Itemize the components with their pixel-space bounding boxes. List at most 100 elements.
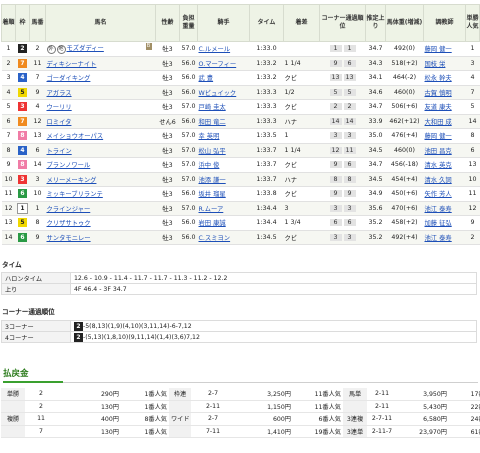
horse-weight: 506(+6) bbox=[385, 99, 424, 115]
finish-rank: 7 bbox=[1, 128, 16, 144]
frame-number-box: 6 bbox=[18, 232, 27, 242]
table-row: 5 3 4 ウーリリ 牡3 57.0 戸崎 圭太 1:33.3 クビ 2 2 34.7 506(+6) 友… bbox=[1, 99, 480, 115]
trainer-link[interactable]: 藤岡 健一 bbox=[423, 41, 466, 57]
popularity: 7 bbox=[465, 85, 480, 100]
frame-cell: 7 bbox=[15, 56, 30, 71]
column-header: コーナー通過順位 bbox=[319, 4, 366, 42]
payout-popularity: 8番人気 bbox=[121, 412, 169, 426]
horse-name-cell: ゴーダイキング bbox=[45, 70, 156, 86]
trainer-link[interactable]: 古賀 慎明 bbox=[423, 85, 466, 100]
corner-row: 4コーナー 2 -(5,13)(1,8,10)(9,11,14)(1,4)(3,6)… bbox=[1, 331, 477, 343]
payout-amount: 130円 bbox=[57, 400, 121, 413]
payout-amount: 3,250円 bbox=[235, 388, 293, 401]
sex-age: 牡3 bbox=[155, 230, 180, 245]
payout-amount: 290円 bbox=[57, 388, 121, 401]
jockey-link[interactable]: 岩田 康誠 bbox=[197, 215, 250, 231]
horse-name-link[interactable]: ゴーダイキング bbox=[47, 75, 91, 82]
sex-age: 牡3 bbox=[155, 172, 180, 187]
time-table: ハロンタイム 12.6 - 10.9 - 11.4 - 11.7 - 11.7 -… bbox=[1, 272, 477, 295]
corner-table: 3コーナー 2 -5(8,13)(1,9)(4,10)(3,11,14)-6-7,1… bbox=[1, 320, 477, 343]
column-header: 枠 bbox=[15, 4, 30, 42]
frame-number-box: 4 bbox=[18, 145, 27, 155]
jockey-link[interactable]: 坂井 瑠星 bbox=[197, 186, 250, 202]
frame-cell: 3 bbox=[15, 99, 30, 115]
jockey-link[interactable]: 松山 弘平 bbox=[197, 143, 250, 158]
column-header: 負担重量 bbox=[179, 4, 198, 42]
popularity: 11 bbox=[465, 186, 480, 202]
trainer-link[interactable]: 松永 幹夫 bbox=[423, 70, 466, 86]
jockey-link[interactable]: C.スミヨン bbox=[197, 230, 250, 245]
horse-name-link[interactable]: トライン bbox=[47, 148, 72, 155]
table-row: 10 3 3 メリーメーキング 牡3 57.0 池添 謙一 1:33.7 ハナ 8 8 34.5 454… bbox=[1, 172, 480, 187]
payout-row: 単勝 2 290円 1番人気 枠連 2-7 3,250円 11番人気 馬単 2-11 3,950円 1… bbox=[1, 388, 480, 401]
corner-position: 6 bbox=[329, 219, 342, 227]
race-time: 1:33.0 bbox=[249, 41, 284, 57]
sex-age: 牡3 bbox=[155, 99, 180, 115]
horse-name-link[interactable]: ディキシーナイト bbox=[47, 61, 97, 68]
trainer-link[interactable]: 大和田 成 bbox=[423, 114, 466, 129]
carried-weight: 57.0 bbox=[179, 143, 198, 158]
column-header: 性齢 bbox=[155, 4, 180, 42]
corner-position: 1 bbox=[343, 45, 356, 53]
bet-horses: 2-11 bbox=[367, 400, 397, 413]
trainer-link[interactable]: 池田 昌克 bbox=[423, 143, 466, 158]
corner-label: 3コーナー bbox=[1, 320, 71, 332]
horse-name-link[interactable]: ウーリリ bbox=[47, 104, 72, 111]
bet-horses: 2-11 bbox=[367, 388, 397, 401]
horse-name-cell: ディキシーナイト bbox=[45, 56, 156, 71]
trainer-link[interactable]: 国枝 栄 bbox=[423, 56, 466, 71]
corner-position: 3 bbox=[329, 204, 342, 212]
horse-name-link[interactable]: モズダディー bbox=[67, 45, 104, 52]
trainer-link[interactable]: 清水 英克 bbox=[423, 157, 466, 173]
horse-name-link[interactable]: メリーメーキング bbox=[47, 177, 97, 184]
horse-name-link[interactable]: クラインジャー bbox=[47, 206, 91, 213]
corner-position: 6 bbox=[343, 219, 356, 227]
trainer-link[interactable]: 友道 康夫 bbox=[423, 99, 466, 115]
payout-table: 単勝 2 290円 1番人気 枠連 2-7 3,250円 11番人気 馬単 2-11 3,950円 1… bbox=[1, 388, 480, 438]
corner-positions: 12 11 bbox=[319, 143, 366, 158]
corner-position: 14 bbox=[329, 117, 342, 125]
sex-age: 牡3 bbox=[155, 143, 180, 158]
horse-name-link[interactable]: ミッキーブリランテ bbox=[47, 191, 103, 198]
frame-number-box: 6 bbox=[18, 189, 27, 199]
sex-age: せん6 bbox=[155, 114, 180, 129]
horse-name-link[interactable]: クリザサトゥク bbox=[47, 220, 91, 227]
last-3f: 34.5 bbox=[365, 172, 386, 187]
table-row: 7 8 13 メイショウオーパス 牡3 57.0 幸 英明 1:33.5 1 3 3 35.0 476(… bbox=[1, 128, 480, 144]
horse-weight: 450(+6) bbox=[385, 186, 424, 202]
horse-name-link[interactable]: ロミイタ bbox=[47, 119, 72, 126]
jockey-link[interactable]: 武 豊 bbox=[197, 70, 250, 86]
jockey-link[interactable]: O.マーフィー bbox=[197, 56, 250, 71]
bet-type bbox=[169, 400, 191, 413]
trainer-link[interactable]: 矢作 芳人 bbox=[423, 186, 466, 202]
jockey-link[interactable]: 和田 竜二 bbox=[197, 114, 250, 129]
column-header: 馬体重(増減) bbox=[385, 4, 424, 42]
jockey-link[interactable]: Wビュイック bbox=[197, 85, 250, 100]
horse-name-link[interactable]: サンタモニレー bbox=[47, 235, 91, 242]
table-row: 9 8 14 ブランノワール 牡3 57.0 浜中 俊 1:33.7 クビ 9 6 34.7 456(-… bbox=[1, 157, 480, 173]
jockey-link[interactable]: 浜中 俊 bbox=[197, 157, 250, 173]
trainer-link[interactable]: 池江 泰寿 bbox=[423, 201, 466, 216]
jockey-link[interactable]: 幸 英明 bbox=[197, 128, 250, 144]
horse-name-cell: ロミイタ bbox=[45, 114, 156, 129]
trainer-link[interactable]: 清水 久詞 bbox=[423, 172, 466, 187]
jockey-link[interactable]: 池添 謙一 bbox=[197, 172, 250, 187]
jockey-link[interactable]: R.ムーア bbox=[197, 201, 250, 216]
payout-popularity: 24番人気 bbox=[449, 412, 480, 426]
trainer-link[interactable]: 池江 泰寿 bbox=[423, 230, 466, 245]
race-time: 1:33.5 bbox=[249, 128, 284, 144]
trainer-link[interactable]: 加藤 征弘 bbox=[423, 215, 466, 231]
race-time: 1:33.2 bbox=[249, 56, 284, 71]
horse-weight: 456(-18) bbox=[385, 157, 424, 173]
horse-name-link[interactable]: ブランノワール bbox=[47, 162, 91, 169]
jockey-link[interactable]: 戸崎 圭太 bbox=[197, 99, 250, 115]
frame-number-box: 1 bbox=[17, 202, 28, 214]
popularity: 4 bbox=[465, 70, 480, 86]
horse-name-cell: 外地モズダディー B bbox=[45, 41, 156, 57]
horse-name-link[interactable]: アガラス bbox=[47, 90, 72, 97]
trainer-link[interactable]: 藤岡 健一 bbox=[423, 128, 466, 144]
race-time: 1:34.5 bbox=[249, 230, 284, 245]
jockey-link[interactable]: C.ルメール bbox=[197, 41, 250, 57]
frame-cell: 6 bbox=[15, 186, 30, 202]
horse-name-link[interactable]: メイショウオーパス bbox=[47, 133, 104, 140]
